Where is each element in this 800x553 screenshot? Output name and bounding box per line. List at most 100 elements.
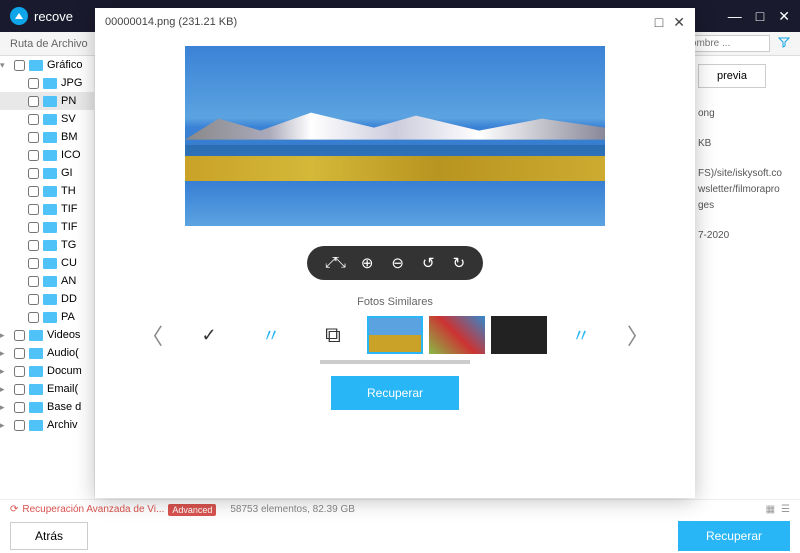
- thumbnail[interactable]: [491, 316, 547, 354]
- item-checkbox[interactable]: [28, 204, 39, 215]
- item-label: Archiv: [47, 419, 78, 431]
- sidebar-folder[interactable]: JPG: [0, 74, 94, 92]
- sidebar-folder[interactable]: BM: [0, 128, 94, 146]
- rotate-left-icon[interactable]: ↺: [422, 254, 435, 272]
- item-checkbox[interactable]: [28, 222, 39, 233]
- footer: Atrás Recuperar: [0, 519, 800, 553]
- app-logo: recove: [10, 7, 73, 25]
- thumbnail[interactable]: ✓: [181, 316, 237, 354]
- expand-icon[interactable]: ▸: [0, 348, 10, 359]
- item-label: CU: [61, 257, 77, 269]
- item-checkbox[interactable]: [28, 114, 39, 125]
- maximize-button[interactable]: □: [756, 8, 764, 25]
- thumbnail[interactable]: 〃: [553, 316, 609, 354]
- item-checkbox[interactable]: [14, 384, 25, 395]
- sidebar-folder[interactable]: TH: [0, 182, 94, 200]
- expand-icon[interactable]: ▸: [0, 366, 10, 377]
- sidebar-category[interactable]: ▸Email(: [0, 380, 94, 398]
- sidebar-category[interactable]: ▾Gráfico: [0, 56, 94, 74]
- sidebar-folder[interactable]: SV: [0, 110, 94, 128]
- sidebar-folder[interactable]: CU: [0, 254, 94, 272]
- next-arrow[interactable]: 〉: [619, 319, 657, 351]
- path-label: Ruta de Archivo: [10, 38, 88, 50]
- item-checkbox[interactable]: [14, 420, 25, 431]
- preview-image: [185, 46, 605, 226]
- item-checkbox[interactable]: [28, 96, 39, 107]
- sidebar-folder[interactable]: TIF: [0, 200, 94, 218]
- list-view-icon[interactable]: ☰: [781, 504, 790, 515]
- sidebar-folder[interactable]: TG: [0, 236, 94, 254]
- sidebar-folder[interactable]: DD: [0, 290, 94, 308]
- expand-icon[interactable]: ▸: [0, 384, 10, 395]
- item-checkbox[interactable]: [28, 150, 39, 161]
- item-label: PN: [61, 95, 76, 107]
- item-checkbox[interactable]: [14, 60, 25, 71]
- minimize-button[interactable]: —: [728, 8, 742, 25]
- item-checkbox[interactable]: [28, 258, 39, 269]
- item-checkbox[interactable]: [14, 366, 25, 377]
- thumb-scrollbar[interactable]: [320, 360, 470, 364]
- expand-icon[interactable]: ▸: [0, 330, 10, 341]
- item-checkbox[interactable]: [28, 78, 39, 89]
- expand-icon[interactable]: ▸: [0, 420, 10, 431]
- item-label: AN: [61, 275, 76, 287]
- item-checkbox[interactable]: [28, 186, 39, 197]
- logo-icon: [10, 7, 28, 25]
- thumbnail[interactable]: [367, 316, 423, 354]
- zoom-out-icon[interactable]: ⊖: [391, 254, 404, 272]
- sidebar-folder[interactable]: GI: [0, 164, 94, 182]
- sidebar-category[interactable]: ▸ Archiv: [0, 416, 94, 434]
- sidebar-folder[interactable]: AN: [0, 272, 94, 290]
- zoom-in-icon[interactable]: ⊕: [361, 254, 374, 272]
- item-checkbox[interactable]: [28, 312, 39, 323]
- sidebar-folder[interactable]: PN: [0, 92, 94, 110]
- item-label: Base d: [47, 401, 81, 413]
- item-checkbox[interactable]: [28, 240, 39, 251]
- expand-icon[interactable]: ▸: [0, 402, 10, 413]
- sidebar-folder[interactable]: ICO: [0, 146, 94, 164]
- filter-icon[interactable]: [778, 36, 790, 51]
- item-checkbox[interactable]: [14, 402, 25, 413]
- folder-icon: [43, 96, 57, 107]
- modal-maximize-button[interactable]: □: [655, 14, 663, 31]
- modal-recover-button[interactable]: Recuperar: [331, 376, 459, 410]
- close-button[interactable]: ✕: [778, 8, 790, 25]
- sidebar-folder[interactable]: TIF: [0, 218, 94, 236]
- thumbnail[interactable]: 〃: [243, 316, 299, 354]
- modal-header: 00000014.png (231.21 KB) □ ✕: [95, 8, 695, 36]
- fit-icon[interactable]: ⤢⤡: [325, 254, 343, 272]
- sidebar-category[interactable]: ▸ Audio(: [0, 344, 94, 362]
- item-label: PA: [61, 311, 75, 323]
- recover-button[interactable]: Recuperar: [678, 521, 790, 551]
- sidebar-category[interactable]: ▸ Base d: [0, 398, 94, 416]
- item-label: Audio(: [47, 347, 79, 359]
- category-icon: [29, 420, 43, 431]
- detail-ext: ong: [698, 106, 792, 122]
- folder-icon: [43, 276, 57, 287]
- sidebar-category[interactable]: ▸Docum: [0, 362, 94, 380]
- category-icon: [29, 402, 43, 413]
- back-button[interactable]: Atrás: [10, 522, 88, 550]
- item-checkbox[interactable]: [28, 294, 39, 305]
- item-checkbox[interactable]: [28, 168, 39, 179]
- expand-icon[interactable]: ▾: [0, 60, 10, 71]
- category-icon: [29, 330, 43, 341]
- folder-icon: [43, 78, 57, 89]
- folder-icon: [43, 294, 57, 305]
- sidebar-category[interactable]: ▸Videos: [0, 326, 94, 344]
- rotate-right-icon[interactable]: ↻: [453, 254, 466, 272]
- thumbnail[interactable]: ⧉: [305, 316, 361, 354]
- grid-view-icon[interactable]: ▦: [766, 504, 775, 515]
- sidebar-folder[interactable]: PA: [0, 308, 94, 326]
- prev-arrow[interactable]: 〈: [133, 319, 171, 351]
- item-checkbox[interactable]: [14, 348, 25, 359]
- item-checkbox[interactable]: [28, 276, 39, 287]
- item-checkbox[interactable]: [28, 132, 39, 143]
- advanced-recovery[interactable]: ⟳ Recuperación Avanzada de Vi... Advance…: [10, 504, 355, 516]
- thumbnail[interactable]: [429, 316, 485, 354]
- details-panel: previa ong KB FS)/site/iskysoft.co wslet…: [690, 56, 800, 252]
- modal-close-button[interactable]: ✕: [673, 14, 685, 31]
- preview-button[interactable]: previa: [698, 64, 766, 88]
- detail-path: FS)/site/iskysoft.co wsletter/filmorapro…: [698, 166, 792, 214]
- item-checkbox[interactable]: [14, 330, 25, 341]
